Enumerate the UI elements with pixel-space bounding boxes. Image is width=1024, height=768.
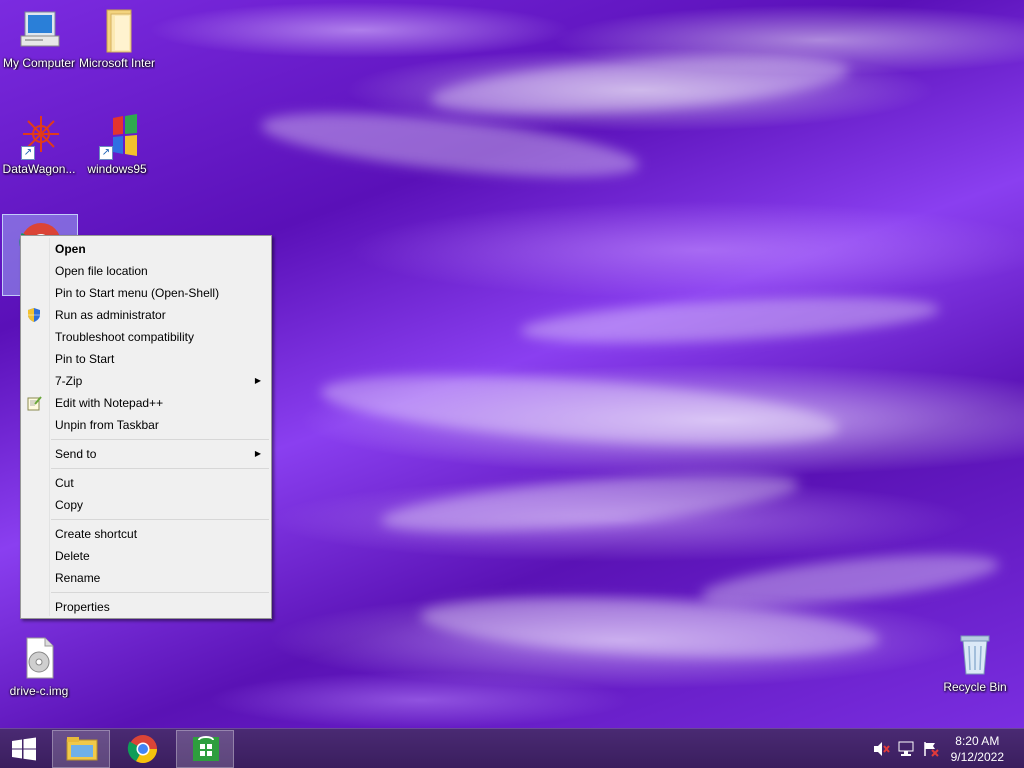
menu-item-properties[interactable]: Properties [21,596,271,618]
menu-item-label: Properties [55,600,110,614]
submenu-arrow-icon: ▶ [254,376,261,385]
menu-item-delete[interactable]: Delete [21,545,271,567]
menu-item-pin-to-start[interactable]: Pin to Start [21,348,271,370]
taskbar-store[interactable] [176,730,234,768]
disk-image-icon [15,634,63,682]
desktop-icon-drive-c-img[interactable]: drive-c.img [1,634,77,698]
menu-item-label: Cut [55,476,74,490]
menu-item-label: Copy [55,498,84,512]
menu-item-label: Run as administrator [55,308,166,322]
menu-item-label: Pin to Start menu (Open-Shell) [55,286,220,300]
menu-item-run-as-administrator[interactable]: Run as administrator [21,304,271,326]
menu-item-rename[interactable]: Rename [21,567,271,589]
clock-time: 8:20 AM [955,734,1000,748]
shortcut-arrow-icon: ↗ [99,146,113,160]
shortcut-arrow-icon: ↗ [21,146,35,160]
menu-separator [21,589,271,596]
menu-item-label: Unpin from Taskbar [55,418,159,432]
menu-item-label: Open file location [55,264,148,278]
recycle-bin-icon [951,630,999,678]
taskbar-file-explorer[interactable] [52,730,110,768]
menu-item-pin-to-start-menu-open-shell[interactable]: Pin to Start menu (Open-Shell) [21,282,271,304]
desktop-icon-internet-explorer[interactable]: Microsoft Internet E... [79,6,155,70]
menu-item-label: Create shortcut [55,527,138,541]
menu-item-send-to[interactable]: Send to ▶ [21,443,271,465]
menu-item-unpin-from-taskbar[interactable]: Unpin from Taskbar [21,414,271,436]
desktop-icon-label: windows95 [87,162,147,176]
windows95-icon: ↗ [93,112,141,160]
shield-icon [26,307,42,323]
computer-icon [15,6,63,54]
notepad-plus-plus-icon [26,395,42,411]
menu-separator [21,436,271,443]
menu-item-label: 7-Zip [55,374,83,388]
taskbar-chrome[interactable] [114,730,172,768]
start-button[interactable] [0,730,48,768]
menu-item-7-zip[interactable]: 7-Zip ▶ [21,370,271,392]
desktop-icon-label: My Computer [2,56,76,70]
datawagon-icon: ↗ [15,112,63,160]
desktop-icon-label: Recycle Bin [943,680,1007,694]
desktop-icon-label: drive-c.img [9,684,69,698]
submenu-arrow-icon: ▶ [254,449,261,458]
menu-item-copy[interactable]: Copy [21,494,271,516]
desktop-icon-windows95[interactable]: ↗ windows95 [79,112,155,176]
windows-logo-icon [12,737,36,761]
menu-item-troubleshoot-compatibility[interactable]: Troubleshoot compatibility [21,326,271,348]
menu-separator [21,465,271,472]
menu-item-open[interactable]: Open [21,238,271,260]
desktop-icon-label: Microsoft Internet E... [79,56,155,70]
menu-item-open-file-location[interactable]: Open file location [21,260,271,282]
menu-item-cut[interactable]: Cut [21,472,271,494]
context-menu: Open Open file location Pin to Start men… [20,235,272,619]
menu-item-label: Delete [55,549,90,563]
folder-icon [93,6,141,54]
menu-item-label: Send to [55,447,97,461]
taskbar: 8:20 AM 9/12/2022 [0,728,1024,768]
file-explorer-icon [66,737,98,761]
menu-item-create-shortcut[interactable]: Create shortcut [21,523,271,545]
system-clock[interactable]: 8:20 AM 9/12/2022 [951,733,1004,765]
menu-item-label: Rename [55,571,101,585]
desktop-icon-label: DataWagon... [2,162,76,176]
desktop-icon-my-computer[interactable]: My Computer [1,6,77,70]
menu-item-label: Open [55,242,86,256]
menu-item-label: Troubleshoot compatibility [55,330,194,344]
network-icon[interactable] [897,740,915,758]
desktop-icon-recycle-bin[interactable]: Recycle Bin [937,630,1013,694]
menu-separator [21,516,271,523]
volume-muted-icon[interactable] [872,740,890,758]
action-center-icon[interactable] [922,740,940,758]
clock-date: 9/12/2022 [950,750,1004,764]
store-icon [193,736,219,761]
menu-item-label: Pin to Start [55,352,115,366]
menu-item-edit-with-notepad-plus-plus[interactable]: Edit with Notepad++ [21,392,271,414]
chrome-icon [127,735,157,763]
desktop-icon-datawagon[interactable]: ↗ DataWagon... [1,112,77,176]
menu-item-label: Edit with Notepad++ [55,396,164,410]
